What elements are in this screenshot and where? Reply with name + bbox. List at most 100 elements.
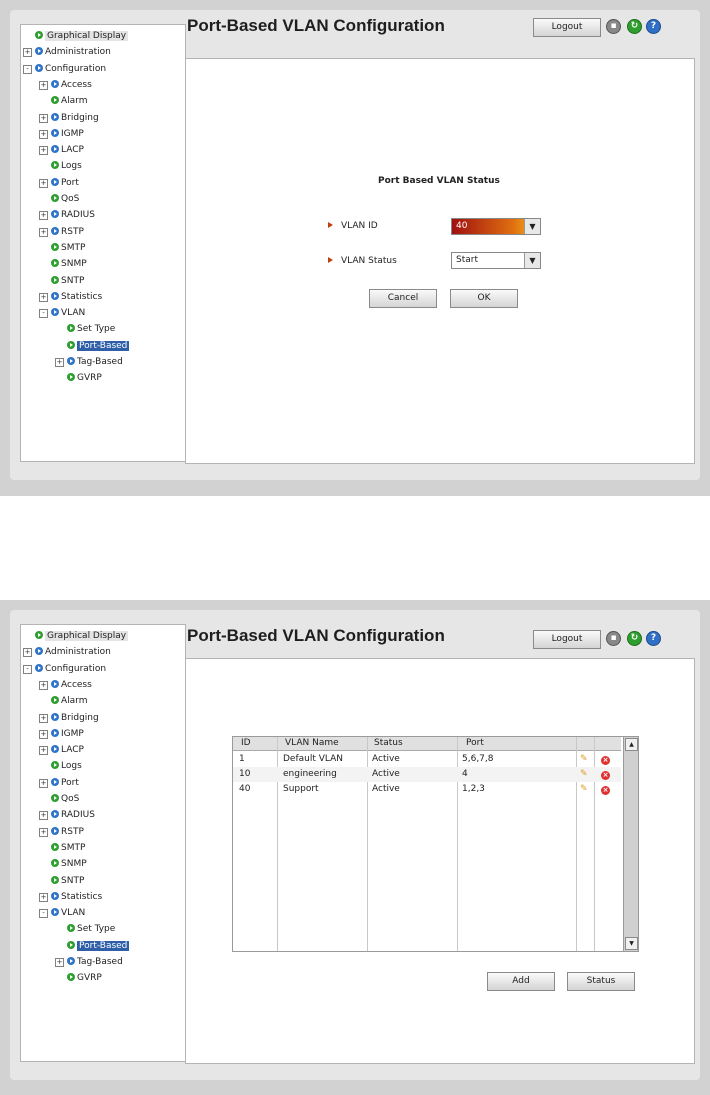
- expand-icon[interactable]: +: [55, 958, 64, 967]
- expand-icon[interactable]: +: [39, 227, 48, 237]
- collapse-icon[interactable]: -: [39, 309, 48, 319]
- delete-icon[interactable]: ×: [601, 756, 610, 765]
- help-icon[interactable]: ?: [646, 631, 661, 646]
- expand-icon[interactable]: +: [23, 648, 32, 658]
- tree-item[interactable]: + RADIUS: [39, 808, 95, 822]
- scroll-down-icon[interactable]: ▼: [625, 937, 638, 950]
- tree-item[interactable]: + Administration: [23, 45, 111, 59]
- table-row[interactable]: 1 Default VLAN Active 5,6,7,8 ✎ ×: [233, 752, 621, 767]
- tree-item[interactable]: - VLAN: [39, 906, 85, 920]
- ok-button[interactable]: OK: [450, 289, 518, 308]
- expand-icon[interactable]: +: [39, 746, 48, 756]
- tree-item[interactable]: - Configuration: [23, 62, 106, 76]
- tree-item[interactable]: + RADIUS: [39, 208, 95, 222]
- tree-item[interactable]: - Configuration: [23, 662, 106, 676]
- vertical-scrollbar[interactable]: ▲ ▼: [623, 737, 638, 951]
- tree-item[interactable]: - VLAN: [39, 306, 85, 320]
- tree-item[interactable]: + Port: [39, 776, 79, 790]
- tree-item[interactable]: QoS: [51, 792, 79, 806]
- tree-item[interactable]: Graphical Display: [35, 629, 129, 643]
- tree-item[interactable]: Set Type: [67, 322, 115, 336]
- tree-item[interactable]: Alarm: [51, 94, 87, 108]
- edit-pencil-icon[interactable]: ✎: [580, 755, 589, 764]
- tree-item[interactable]: + Access: [39, 678, 92, 692]
- expand-icon[interactable]: +: [39, 146, 48, 156]
- tree-item[interactable]: + Administration: [23, 645, 111, 659]
- edit-pencil-icon[interactable]: ✎: [580, 770, 589, 779]
- logout-button[interactable]: Logout: [533, 18, 601, 37]
- tree-item[interactable]: + Bridging: [39, 711, 99, 725]
- tree-item[interactable]: SMTP: [51, 241, 85, 255]
- tree-item[interactable]: SNTP: [51, 274, 84, 288]
- expand-icon[interactable]: +: [39, 811, 48, 821]
- tree-item[interactable]: Port-Based: [67, 939, 130, 953]
- tree-item[interactable]: GVRP: [67, 371, 102, 385]
- expand-icon[interactable]: +: [39, 680, 48, 690]
- tree-item[interactable]: + LACP: [39, 743, 84, 757]
- vlan-id-select[interactable]: 40 ▼: [451, 218, 541, 235]
- tree-item[interactable]: + Tag-Based: [55, 955, 123, 969]
- tree-item[interactable]: + IGMP: [39, 727, 84, 741]
- column-header-status[interactable]: Status: [374, 738, 403, 748]
- tree-item[interactable]: + Tag-Based: [55, 355, 123, 369]
- tree-item[interactable]: SMTP: [51, 841, 85, 855]
- table-row[interactable]: 10 engineering Active 4 ✎ ×: [233, 767, 621, 782]
- vlan-status-select[interactable]: Start ▼: [451, 252, 541, 269]
- expand-icon[interactable]: +: [39, 80, 48, 90]
- tree-item[interactable]: Set Type: [67, 922, 115, 936]
- collapse-icon[interactable]: -: [23, 64, 32, 74]
- collapse-icon[interactable]: -: [39, 909, 48, 919]
- tree-item[interactable]: + RSTP: [39, 825, 84, 839]
- tree-item[interactable]: Port-Based: [67, 339, 130, 353]
- tree-item[interactable]: + RSTP: [39, 225, 84, 239]
- expand-icon[interactable]: +: [39, 827, 48, 837]
- tree-item[interactable]: + Port: [39, 176, 79, 190]
- tree-item[interactable]: GVRP: [67, 971, 102, 985]
- tree-item[interactable]: + Access: [39, 78, 92, 92]
- expand-icon[interactable]: +: [39, 178, 48, 188]
- refresh-icon[interactable]: ↻: [627, 631, 642, 646]
- expand-icon[interactable]: +: [39, 778, 48, 788]
- logout-button[interactable]: Logout: [533, 630, 601, 649]
- tree-item[interactable]: + Statistics: [39, 290, 102, 304]
- tree-item[interactable]: SNMP: [51, 857, 87, 871]
- tree-item[interactable]: + LACP: [39, 143, 84, 157]
- tree-item[interactable]: Logs: [51, 159, 82, 173]
- save-icon[interactable]: ▪: [606, 19, 621, 34]
- tree-item[interactable]: Alarm: [51, 694, 87, 708]
- delete-icon[interactable]: ×: [601, 771, 610, 780]
- expand-icon[interactable]: +: [39, 129, 48, 139]
- tree-item[interactable]: + Bridging: [39, 111, 99, 125]
- chevron-down-icon[interactable]: ▼: [524, 219, 540, 234]
- tree-item[interactable]: QoS: [51, 192, 79, 206]
- expand-icon[interactable]: +: [39, 713, 48, 723]
- collapse-icon[interactable]: -: [23, 664, 32, 674]
- tree-item[interactable]: + IGMP: [39, 127, 84, 141]
- column-header-id[interactable]: ID: [241, 738, 251, 748]
- chevron-down-icon[interactable]: ▼: [524, 253, 540, 268]
- tree-item[interactable]: Graphical Display: [35, 29, 129, 43]
- scroll-up-icon[interactable]: ▲: [625, 738, 638, 751]
- tree-item[interactable]: SNTP: [51, 874, 84, 888]
- expand-icon[interactable]: +: [39, 729, 48, 739]
- save-icon[interactable]: ▪: [606, 631, 621, 646]
- cancel-button[interactable]: Cancel: [369, 289, 437, 308]
- column-header-port[interactable]: Port: [466, 738, 484, 748]
- expand-icon[interactable]: +: [39, 292, 48, 302]
- expand-icon[interactable]: +: [39, 892, 48, 902]
- status-button[interactable]: Status: [567, 972, 635, 991]
- tree-item[interactable]: + Statistics: [39, 890, 102, 904]
- edit-pencil-icon[interactable]: ✎: [580, 785, 589, 794]
- tree-item[interactable]: Logs: [51, 759, 82, 773]
- tree-item[interactable]: SNMP: [51, 257, 87, 271]
- help-icon[interactable]: ?: [646, 19, 661, 34]
- table-row[interactable]: 40 Support Active 1,2,3 ✎ ×: [233, 782, 621, 797]
- add-button[interactable]: Add: [487, 972, 555, 991]
- expand-icon[interactable]: +: [23, 48, 32, 58]
- expand-icon[interactable]: +: [55, 358, 64, 367]
- delete-icon[interactable]: ×: [601, 786, 610, 795]
- expand-icon[interactable]: +: [39, 211, 48, 221]
- expand-icon[interactable]: +: [39, 113, 48, 123]
- column-header-vlan-name[interactable]: VLAN Name: [285, 738, 339, 748]
- refresh-icon[interactable]: ↻: [627, 19, 642, 34]
